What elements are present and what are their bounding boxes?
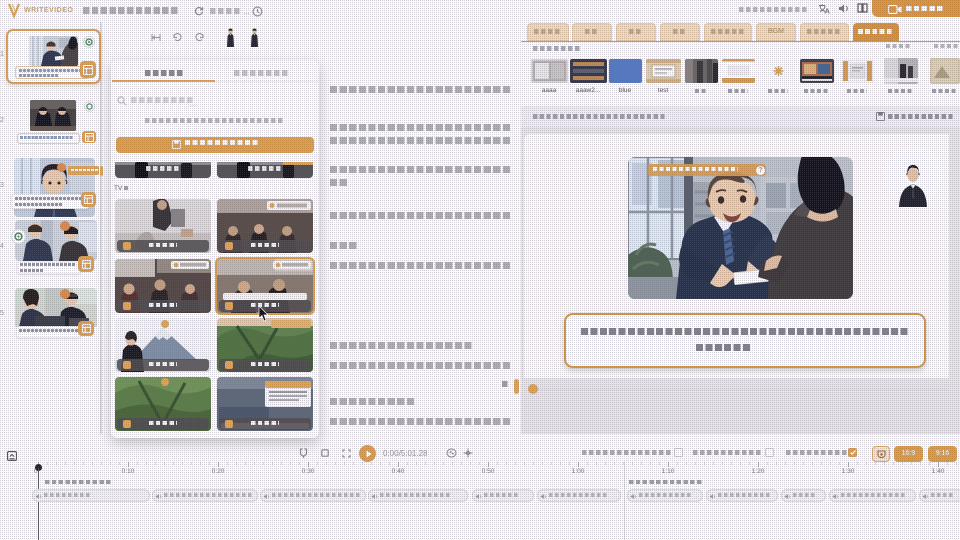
svg-text:A: A bbox=[825, 7, 831, 15]
